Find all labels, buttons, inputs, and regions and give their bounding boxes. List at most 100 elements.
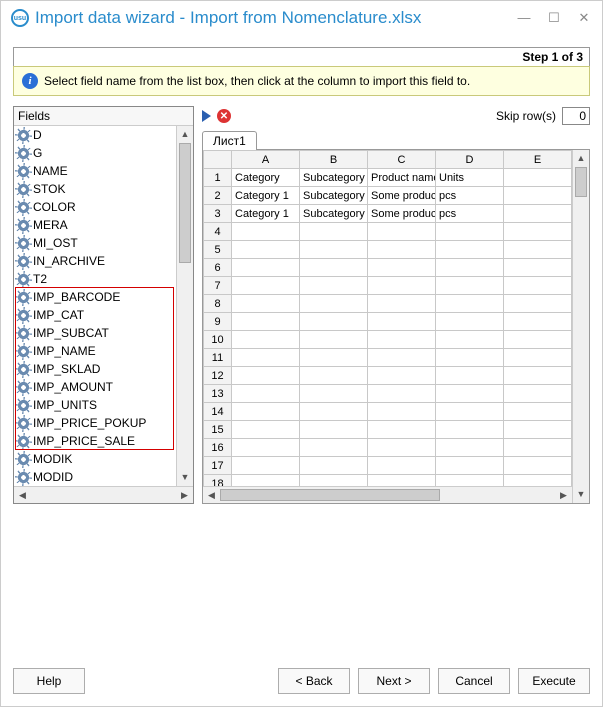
grid-cell[interactable] xyxy=(436,223,504,241)
row-header[interactable]: 11 xyxy=(204,349,232,367)
grid-vscrollbar[interactable]: ▲▼ xyxy=(572,150,589,503)
grid-cell[interactable]: Units xyxy=(436,169,504,187)
grid-cell[interactable] xyxy=(504,403,572,421)
grid-cell[interactable] xyxy=(368,403,436,421)
grid-cell[interactable] xyxy=(368,367,436,385)
field-item[interactable]: IMP_PRICE_SALE xyxy=(17,432,193,450)
grid-cell[interactable] xyxy=(436,313,504,331)
grid-cell[interactable] xyxy=(504,313,572,331)
field-item[interactable]: IMP_AMOUNT xyxy=(17,378,193,396)
grid-cell[interactable] xyxy=(368,385,436,403)
grid-cell[interactable] xyxy=(368,241,436,259)
row-header[interactable]: 15 xyxy=(204,421,232,439)
field-item[interactable]: IMP_CAT xyxy=(17,306,193,324)
grid-cell[interactable] xyxy=(436,331,504,349)
field-item[interactable]: D xyxy=(17,126,193,144)
grid-cell[interactable] xyxy=(368,439,436,457)
grid-cell[interactable] xyxy=(300,385,368,403)
row-header[interactable]: 16 xyxy=(204,439,232,457)
grid-cell[interactable] xyxy=(368,295,436,313)
grid-cell[interactable] xyxy=(436,295,504,313)
grid-cell[interactable] xyxy=(300,277,368,295)
grid-cell[interactable] xyxy=(504,277,572,295)
fields-vscrollbar[interactable]: ▲▼ xyxy=(176,126,193,486)
grid-cell[interactable] xyxy=(232,277,300,295)
minimize-button[interactable]: — xyxy=(516,10,532,26)
row-header[interactable]: 4 xyxy=(204,223,232,241)
grid-cell[interactable] xyxy=(504,187,572,205)
grid-cell[interactable] xyxy=(436,277,504,295)
column-header[interactable]: A xyxy=(232,151,300,169)
column-header[interactable]: E xyxy=(504,151,572,169)
column-header[interactable]: D xyxy=(436,151,504,169)
grid-cell[interactable] xyxy=(368,421,436,439)
grid-cell[interactable]: Category 1 xyxy=(232,205,300,223)
grid-cell[interactable] xyxy=(232,421,300,439)
grid-cell[interactable] xyxy=(368,223,436,241)
grid-cell[interactable] xyxy=(232,439,300,457)
row-header[interactable]: 8 xyxy=(204,295,232,313)
grid-cell[interactable]: Category 1 xyxy=(232,187,300,205)
row-header[interactable]: 17 xyxy=(204,457,232,475)
fields-hscrollbar[interactable]: ◀▶ xyxy=(14,486,193,503)
grid-cell[interactable] xyxy=(300,367,368,385)
grid-cell[interactable] xyxy=(300,241,368,259)
play-icon[interactable] xyxy=(202,110,211,122)
grid-cell[interactable] xyxy=(300,439,368,457)
column-header[interactable]: C xyxy=(368,151,436,169)
grid-cell[interactable] xyxy=(368,457,436,475)
grid-cell[interactable] xyxy=(504,205,572,223)
field-item[interactable]: COLOR xyxy=(17,198,193,216)
field-item[interactable]: IMP_SKLAD xyxy=(17,360,193,378)
grid-cell[interactable] xyxy=(436,457,504,475)
grid-cell[interactable] xyxy=(504,241,572,259)
grid-cell[interactable]: Product name xyxy=(368,169,436,187)
grid-cell[interactable] xyxy=(232,295,300,313)
grid-cell[interactable] xyxy=(232,385,300,403)
grid-corner[interactable] xyxy=(204,151,232,169)
grid-cell[interactable] xyxy=(504,457,572,475)
grid-cell[interactable] xyxy=(368,331,436,349)
execute-button[interactable]: Execute xyxy=(518,668,590,694)
row-header[interactable]: 7 xyxy=(204,277,232,295)
close-button[interactable]: ✕ xyxy=(576,10,592,26)
grid-cell[interactable] xyxy=(436,403,504,421)
cancel-button[interactable]: Cancel xyxy=(438,668,510,694)
field-item[interactable]: IN_ARCHIVE xyxy=(17,252,193,270)
grid-cell[interactable] xyxy=(232,331,300,349)
grid-cell[interactable] xyxy=(436,421,504,439)
grid-cell[interactable]: Some product xyxy=(368,205,436,223)
cancel-icon[interactable]: ✕ xyxy=(217,109,231,123)
grid-cell[interactable] xyxy=(300,421,368,439)
field-item[interactable]: IMP_BARCODE xyxy=(17,288,193,306)
grid-cell[interactable]: Some product xyxy=(368,187,436,205)
grid-cell[interactable] xyxy=(504,331,572,349)
grid-cell[interactable] xyxy=(436,241,504,259)
grid-cell[interactable] xyxy=(504,385,572,403)
grid-cell[interactable] xyxy=(300,295,368,313)
row-header[interactable]: 14 xyxy=(204,403,232,421)
grid-cell[interactable]: pcs xyxy=(436,205,504,223)
grid[interactable]: ABCDE1CategorySubcategoryProduct nameUni… xyxy=(202,149,590,504)
grid-cell[interactable] xyxy=(436,349,504,367)
grid-cell[interactable]: Subcategory xyxy=(300,205,368,223)
column-header[interactable]: B xyxy=(300,151,368,169)
grid-cell[interactable] xyxy=(368,277,436,295)
row-header[interactable]: 2 xyxy=(204,187,232,205)
field-item[interactable]: MODID xyxy=(17,468,193,486)
row-header[interactable]: 9 xyxy=(204,313,232,331)
grid-cell[interactable] xyxy=(232,259,300,277)
sheet-tab[interactable]: Лист1 xyxy=(202,131,257,150)
grid-cell[interactable] xyxy=(504,223,572,241)
grid-hscrollbar[interactable]: ◀▶ xyxy=(203,486,572,503)
grid-cell[interactable] xyxy=(436,259,504,277)
grid-cell[interactable] xyxy=(368,349,436,367)
fields-list[interactable]: DGNAMESTOKCOLORMERAMI_OSTIN_ARCHIVET2IMP… xyxy=(14,126,193,486)
grid-cell[interactable] xyxy=(232,457,300,475)
grid-cell[interactable]: Subcategory xyxy=(300,187,368,205)
grid-cell[interactable] xyxy=(368,313,436,331)
field-item[interactable]: IMP_UNITS xyxy=(17,396,193,414)
row-header[interactable]: 10 xyxy=(204,331,232,349)
grid-cell[interactable] xyxy=(300,349,368,367)
skip-rows-input[interactable] xyxy=(562,107,590,125)
